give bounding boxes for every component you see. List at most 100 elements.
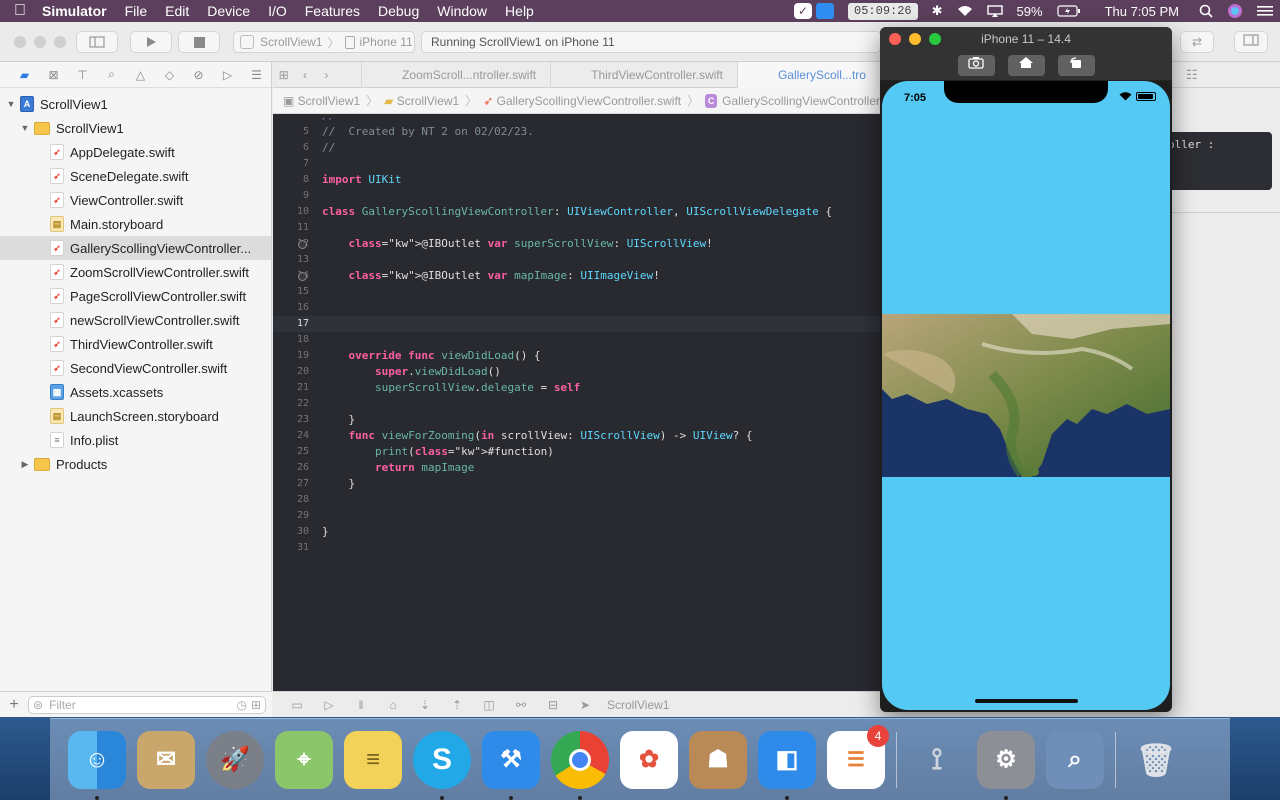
menubar-datetime[interactable]: Thu 7:05 PM [1098,4,1186,19]
siri-icon[interactable] [1220,3,1250,19]
menu-help[interactable]: Help [496,3,543,19]
outlet-connection-icon[interactable] [298,272,307,281]
tree-row-file[interactable]: ▦ Assets.xcassets [0,380,271,404]
find-icon[interactable]: ⌕ [97,67,126,82]
tree-row-file[interactable]: ▤ LaunchScreen.storyboard [0,404,271,428]
view-hierarchy-icon[interactable]: ◫ [473,698,505,712]
app-screen[interactable]: 7:05 [882,81,1170,710]
tree-row-file[interactable]: ➶ newScrollViewController.swift [0,308,271,332]
status-check-icon[interactable]: ✓ [787,3,841,19]
outlet-connection-icon[interactable] [298,240,307,249]
xcode-icon[interactable]: ⚒ [482,730,540,800]
folder-icon[interactable]: ▰ [10,68,39,82]
tree-row-group[interactable]: ▼ ScrollView1 [0,116,271,140]
minimize-window-button[interactable] [909,33,921,45]
editor-tab-active[interactable]: GalleryScoll...tro [736,61,880,88]
filter-options-icon[interactable]: ⊜ [33,698,43,712]
menu-app-name[interactable]: Simulator [40,3,116,19]
editor-tab[interactable]: ThirdViewController.swift [550,61,737,88]
code-area[interactable]: 4// 5// Created by NT 2 on 02/02/23. 6//… [273,118,880,691]
menu-debug[interactable]: Debug [369,3,428,19]
tree-row-file[interactable]: ≡ Info.plist [0,428,271,452]
code-review-button[interactable]: ⇄ [1180,31,1214,53]
adjust-editor-icon[interactable]: ☷ [1186,67,1198,83]
breakpoint-icon[interactable]: ▷ [213,68,242,82]
system-preferences-gear-icon[interactable]: ⚙ [977,730,1035,800]
menu-device[interactable]: Device [198,3,259,19]
disclosure-open-icon[interactable]: ▼ [20,123,30,133]
maps-icon[interactable]: ⌖ [275,730,333,789]
step-into-icon[interactable]: ⇣ [409,698,441,712]
home-button[interactable] [1007,55,1045,76]
editor-tab[interactable]: ZoomScroll...ntroller.swift [361,61,550,88]
forward-arrow-icon[interactable]: › [316,68,337,82]
menu-file[interactable]: File [116,3,157,19]
contacts-icon[interactable]: ☗ [689,730,747,789]
tree-row-file[interactable]: ➶ ViewController.swift [0,188,271,212]
menu-edit[interactable]: Edit [156,3,198,19]
menu-features[interactable]: Features [296,3,369,19]
test-icon[interactable]: ◇ [155,68,184,82]
breadcrumb-item[interactable]: GalleryScollingViewController.swift [497,94,682,108]
step-out-icon[interactable]: ⇡ [441,698,473,712]
tree-row-file[interactable]: ▤ Main.storyboard [0,212,271,236]
tree-row-file[interactable]: ➶ PageScrollViewController.swift [0,284,271,308]
tree-row-file[interactable]: ➶ AppDelegate.swift [0,140,271,164]
breakpoints-toggle-icon[interactable]: ▷ [313,698,345,712]
screenshot-button[interactable] [957,55,995,76]
home-indicator[interactable] [975,699,1078,703]
menu-io[interactable]: I/O [259,3,296,19]
tree-row-file[interactable]: ➶ SecondViewController.swift [0,356,271,380]
source-control-icon[interactable]: ⊠ [39,68,68,82]
notification-center-icon[interactable] [1250,5,1280,17]
rotate-button[interactable] [1057,55,1095,76]
grid-icon[interactable]: ⊞ [273,68,294,82]
disclosure-closed-icon[interactable]: ▶ [20,459,30,470]
filter-field[interactable]: ⊜ Filter ◷ ⊞ [28,695,266,714]
close-window-button[interactable] [14,36,26,48]
skype-icon[interactable]: S [413,730,471,800]
toggle-navigator-button[interactable] [76,31,118,53]
preview-icon[interactable]: ⌕ [1046,730,1104,789]
breadcrumb-item[interactable]: GalleryScollingViewController [722,94,880,108]
memory-graph-icon[interactable]: ⚯ [505,698,537,712]
simulator-icon[interactable]: ◧ [758,730,816,800]
add-file-button[interactable]: + [0,696,28,714]
location-icon[interactable]: ➤ [569,698,601,712]
airplay-icon[interactable] [980,5,1010,17]
zoom-window-button[interactable] [54,36,66,48]
apple-menu-icon[interactable]:  [0,2,40,20]
tree-row-file-selected[interactable]: ➶ GalleryScollingViewController... [0,236,271,260]
spotlight-search-icon[interactable] [1192,4,1220,18]
breadcrumb-item[interactable]: ScrollView1 [397,94,459,108]
trash-icon[interactable]: 🗑 [1127,731,1185,789]
step-over-icon[interactable]: ⌂ [377,698,409,712]
reminders-icon[interactable]: ☰ 4 [827,724,889,789]
filter-scope-icon[interactable]: ⊞ [251,698,261,712]
stop-button[interactable] [178,31,220,53]
environment-icon[interactable]: ⊟ [537,698,569,712]
disclosure-open-icon[interactable]: ▼ [6,99,16,109]
battery-icon[interactable] [1050,5,1088,17]
finder-icon[interactable]: ☺ [68,730,126,800]
minimize-window-button[interactable] [34,36,46,48]
digital-color-meter-icon[interactable]: ⟟ [908,731,966,789]
chrome-icon[interactable] [551,730,609,800]
run-button[interactable] [130,31,172,53]
menu-window[interactable]: Window [428,3,496,19]
issue-icon[interactable]: △ [126,68,155,82]
map-image-view[interactable] [882,314,1170,477]
zoom-window-button[interactable] [929,33,941,45]
tree-row-file[interactable]: ➶ SceneDelegate.swift [0,164,271,188]
wifi-icon[interactable] [950,5,980,17]
back-arrow-icon[interactable]: ‹ [294,68,315,82]
tree-row-file[interactable]: ➶ ThirdViewController.swift [0,332,271,356]
tree-row-group[interactable]: ▶ Products [0,452,271,476]
scheme-selector[interactable]: ScrollView1 〉 iPhone 11 [233,31,415,53]
toggle-debug-area-icon[interactable]: ▭ [281,698,313,712]
debug-icon[interactable]: ⊘ [184,68,213,82]
launchpad-rocket-icon[interactable]: 🚀 [206,730,264,789]
pause-icon[interactable]: ‖ [345,698,377,712]
close-window-button[interactable] [889,33,901,45]
bluetooth-icon[interactable]: ✱ [925,3,950,19]
